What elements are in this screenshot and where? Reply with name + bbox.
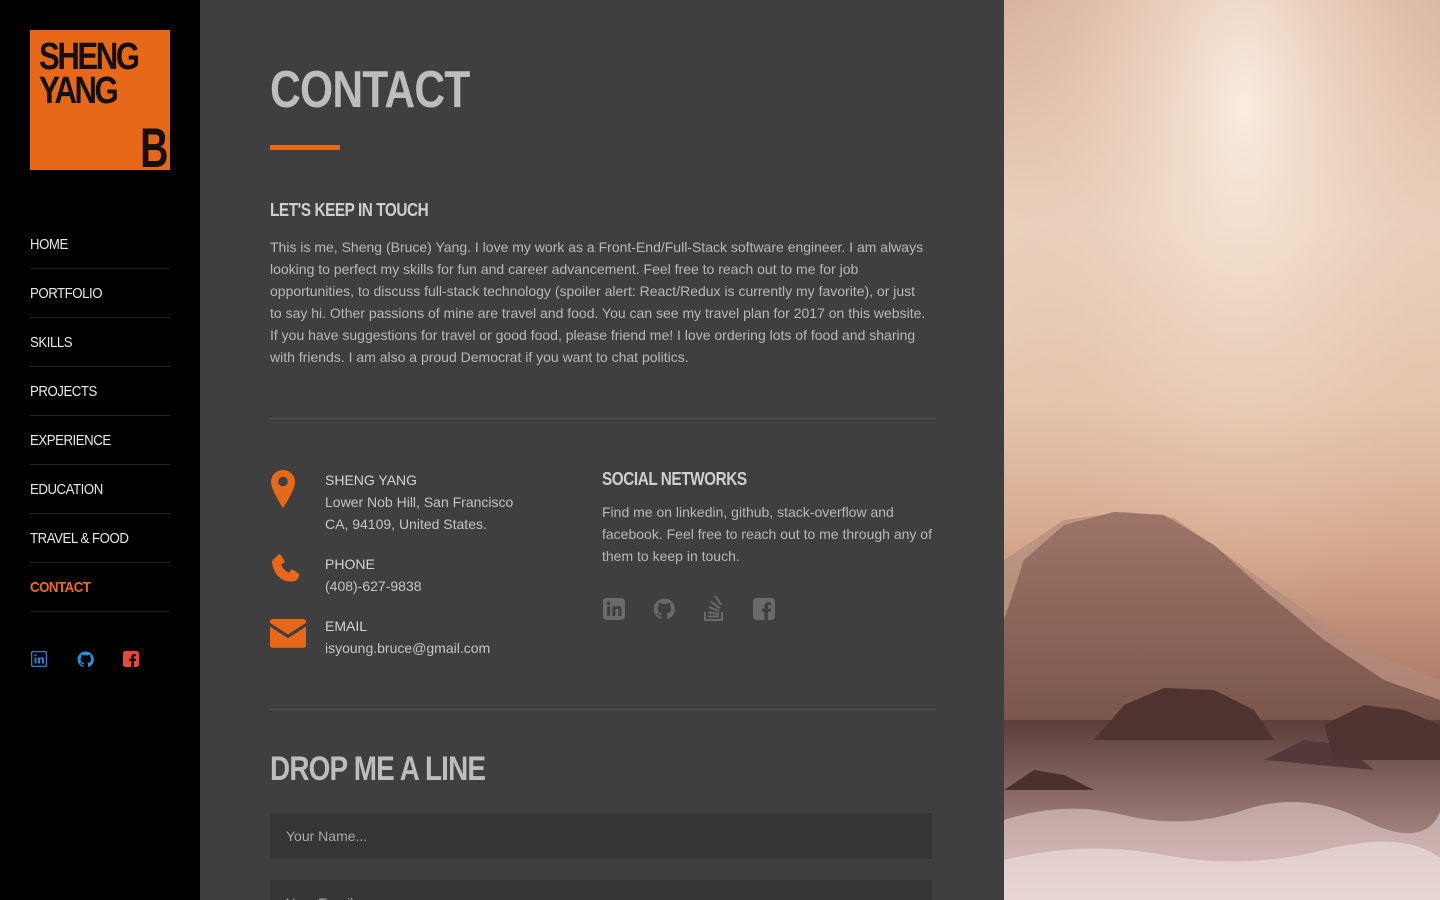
nav-item-travel-food[interactable]: TRAVEL & FOOD	[30, 514, 170, 563]
divider	[270, 418, 936, 419]
social-networks-heading: SOCIAL NETWORKS	[602, 469, 747, 489]
main-content: CONTACT LET'S KEEP IN TOUCH This is me, …	[200, 0, 1004, 900]
facebook-icon[interactable]	[752, 597, 776, 621]
address-block: SHENG YANG Lower Nob Hill, San Francisco…	[270, 469, 513, 535]
github-icon[interactable]	[652, 597, 676, 621]
github-icon[interactable]	[76, 650, 94, 668]
linkedin-icon[interactable]	[30, 650, 48, 668]
linkedin-icon[interactable]	[602, 597, 626, 621]
nav-item-portfolio[interactable]: PORTFOLIO	[30, 269, 170, 318]
keep-in-touch-heading: LET'S KEEP IN TOUCH	[270, 200, 429, 220]
facebook-icon[interactable]	[122, 650, 140, 668]
email-block: EMAIL isyoung.bruce@gmail.com	[270, 615, 490, 659]
nav-item-label: CONTACT	[30, 578, 91, 596]
nav-item-label: EXPERIENCE	[30, 431, 111, 449]
email-value[interactable]: isyoung.bruce@gmail.com	[325, 637, 490, 659]
nav-item-label: TRAVEL & FOOD	[30, 529, 129, 547]
name-input[interactable]	[270, 813, 932, 859]
map-marker-icon	[270, 469, 325, 535]
phone-block: PHONE (408)-627-9838	[270, 553, 422, 597]
nav-item-skills[interactable]: SKILLS	[30, 318, 170, 367]
divider	[270, 709, 936, 710]
main-nav: HOME PORTFOLIO SKILLS PROJECTS EXPERIENC…	[30, 220, 170, 612]
title-underline	[270, 145, 340, 150]
social-networks-text: Find me on linkedin, github, stack-overf…	[602, 504, 932, 564]
drop-me-a-line-heading: DROP ME A LINE	[270, 750, 486, 788]
sidebar-social-links	[30, 650, 168, 668]
page-title: CONTACT	[270, 61, 470, 119]
address-line-1: Lower Nob Hill, San Francisco	[325, 494, 514, 510]
logo-line-3: B	[139, 116, 168, 171]
nav-item-label: PROJECTS	[30, 382, 97, 400]
envelope-icon	[270, 615, 325, 659]
phone-value[interactable]: (408)-627-9838	[325, 575, 422, 597]
nav-item-label: HOME	[30, 235, 68, 253]
social-network-links	[602, 596, 802, 621]
phone-label: PHONE	[325, 556, 375, 572]
nav-item-label: SKILLS	[30, 333, 73, 351]
seascape-image	[1004, 0, 1440, 900]
address-line-2: CA, 94109, United States.	[325, 516, 487, 532]
nav-item-home[interactable]: HOME	[30, 220, 170, 269]
email-input[interactable]	[270, 880, 932, 900]
nav-item-education[interactable]: EDUCATION	[30, 465, 170, 514]
background-photo	[1004, 0, 1440, 900]
address-name: SHENG YANG	[325, 472, 418, 488]
nav-item-projects[interactable]: PROJECTS	[30, 367, 170, 416]
phone-icon	[270, 553, 325, 597]
nav-item-contact[interactable]: CONTACT	[30, 563, 170, 612]
keep-in-touch-text: This is me, Sheng (Bruce) Yang. I love m…	[270, 239, 926, 365]
logo-line-2: YANG	[39, 70, 119, 112]
sidebar: SHENG YANG B HOME PORTFOLIO SKILLS PROJE…	[0, 0, 200, 900]
stackoverflow-icon[interactable]	[702, 596, 726, 621]
nav-item-label: EDUCATION	[30, 480, 103, 498]
nav-item-experience[interactable]: EXPERIENCE	[30, 416, 170, 465]
site-logo[interactable]: SHENG YANG B	[30, 30, 170, 170]
nav-item-label: PORTFOLIO	[30, 284, 103, 302]
email-label: EMAIL	[325, 618, 368, 634]
